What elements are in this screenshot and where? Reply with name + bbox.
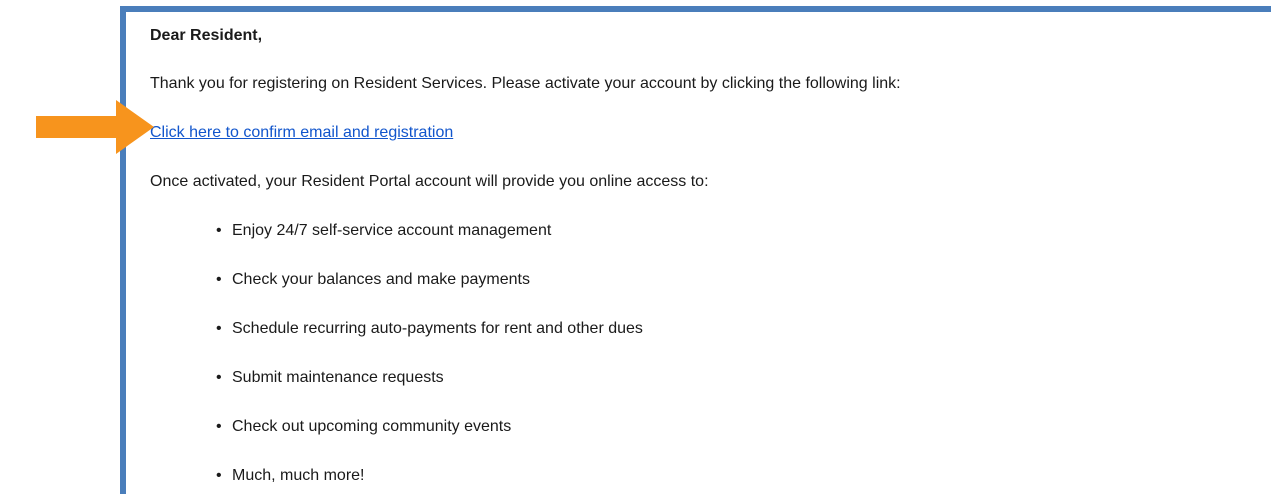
list-item-label: Schedule recurring auto-payments for ren…: [232, 320, 643, 337]
list-item: • Submit maintenance requests: [216, 368, 1251, 388]
arrow-right-icon: [36, 100, 154, 154]
greeting: Dear Resident,: [150, 27, 263, 44]
email-frame: Dear Resident, Thank you for registering…: [120, 6, 1271, 494]
list-item: • Check your balances and make payments: [216, 270, 1251, 290]
arrow-shape: [36, 100, 154, 154]
bullet-icon: •: [216, 271, 222, 288]
bullet-icon: •: [216, 467, 222, 484]
bullet-icon: •: [216, 222, 222, 239]
page: Dear Resident, Thank you for registering…: [0, 0, 1271, 494]
list-item: • Schedule recurring auto-payments for re…: [216, 319, 1251, 339]
benefits-list: • Enjoy 24/7 self-service account managem…: [150, 221, 1251, 486]
list-item-label: Check out upcoming community events: [232, 418, 512, 435]
list-item-label: Submit maintenance requests: [232, 369, 444, 386]
email-body: Dear Resident, Thank you for registering…: [150, 26, 1251, 494]
list-item: • Check out upcoming community events: [216, 417, 1251, 437]
list-item: • Enjoy 24/7 self-service account managem…: [216, 221, 1251, 241]
confirm-registration-link[interactable]: Click here to confirm email and registra…: [150, 123, 453, 143]
access-intro-text: Once activated, your Resident Portal acc…: [150, 173, 709, 190]
bullet-icon: •: [216, 320, 222, 337]
list-item-label: Check your balances and make payments: [232, 271, 530, 288]
intro-text: Thank you for registering on Resident Se…: [150, 75, 901, 92]
list-item-label: Much, much more!: [232, 467, 365, 484]
list-item: • Much, much more!: [216, 466, 1251, 486]
list-item-label: Enjoy 24/7 self-service account manageme…: [232, 222, 552, 239]
bullet-icon: •: [216, 418, 222, 435]
bullet-icon: •: [216, 369, 222, 386]
